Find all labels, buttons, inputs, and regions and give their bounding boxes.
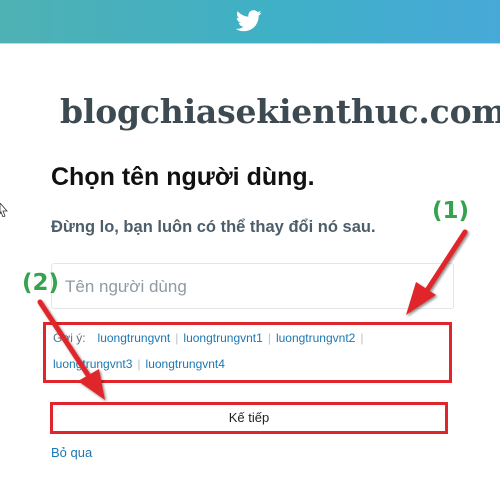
suggestions-row: Gợi ý: luongtrungvnt | luongtrungvnt1 | luong…: [53, 331, 368, 345]
page-title: Chọn tên người dùng.: [51, 163, 315, 191]
callout-label-1: (1): [432, 198, 470, 224]
skip-link[interactable]: Bỏ qua: [51, 445, 92, 460]
suggestions-row: luongtrungvnt3 | luongtrungvnt4: [53, 357, 225, 371]
next-button[interactable]: Kế tiếp: [50, 402, 448, 434]
callout-label-2: (2): [22, 270, 60, 296]
separator: |: [175, 331, 179, 345]
suggestion-label: Gợi ý:: [53, 331, 86, 345]
watermark-text: blogchiasekienthuc.com: [60, 92, 500, 131]
twitter-bird-icon: [236, 10, 262, 32]
username-input[interactable]: Tên người dùng: [51, 263, 454, 309]
suggestions-highlight-box: Gợi ý: luongtrungvnt | luongtrungvnt1 | luong…: [43, 322, 452, 383]
separator: |: [137, 357, 141, 371]
separator: |: [360, 331, 364, 345]
suggestion-link[interactable]: luongtrungvnt4: [146, 357, 225, 371]
suggestion-link[interactable]: luongtrungvnt3: [53, 357, 132, 371]
page-subtitle: Đừng lo, bạn luôn có thể thay đổi nó sau…: [51, 218, 376, 236]
suggestion-link[interactable]: luongtrungvnt: [98, 331, 171, 345]
suggestion-link[interactable]: luongtrungvnt1: [183, 331, 262, 345]
suggestion-link[interactable]: luongtrungvnt2: [276, 331, 355, 345]
mouse-cursor-icon: [0, 203, 8, 217]
separator: |: [267, 331, 271, 345]
top-bar: [0, 0, 500, 44]
